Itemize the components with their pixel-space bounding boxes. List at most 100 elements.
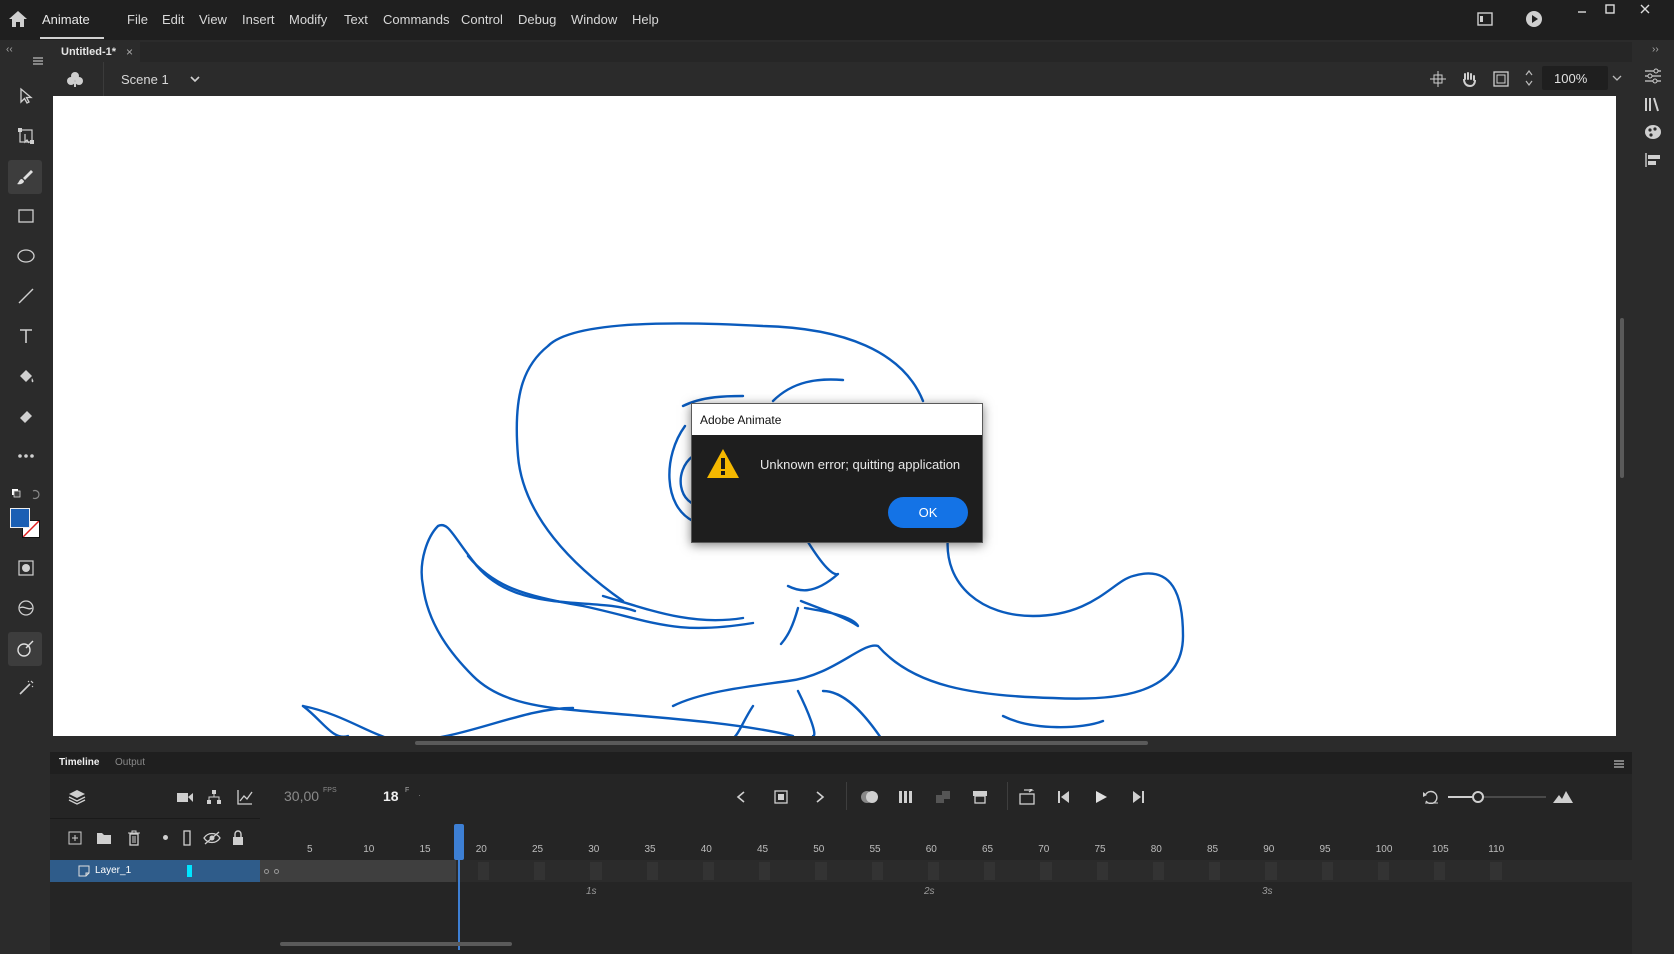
panel-menu-icon[interactable] [1613,759,1625,769]
horizontal-scrollbar[interactable] [415,741,1148,745]
zoom-field[interactable]: 100% [1542,66,1608,90]
parenting-icon[interactable] [206,789,222,805]
menu-text[interactable]: Text [344,12,368,27]
default-colors-icon[interactable] [11,488,41,500]
menu-commands[interactable]: Commands [383,12,449,27]
frame-ruler[interactable]: 1s 2s 3s 5 10 15 20 25 30 35 40 45 50 55 60 65 70 75 80… [260,818,1632,897]
frame-zoom-max-icon[interactable] [1552,790,1574,804]
loop-icon[interactable] [1018,789,1036,805]
empty-keyframe-marker [274,869,279,874]
more-tools-icon[interactable] [10,440,42,472]
edit-bar: Scene 1 100% [50,62,1632,96]
frame-cell-marker [815,862,827,880]
minimize-button[interactable] [1568,0,1596,18]
close-tab-icon[interactable]: × [126,45,133,59]
menu-modify[interactable]: Modify [289,12,327,27]
fps-value[interactable]: 30,00 [284,788,319,804]
frame-zoom-slider[interactable] [1448,791,1546,803]
menu-control[interactable]: Control [461,12,503,27]
zoom-dropdown-icon[interactable] [1612,74,1622,82]
highlight-layers-icon[interactable] [163,835,168,840]
selection-tool-icon[interactable] [10,80,42,112]
properties-panel-icon[interactable] [1644,68,1662,84]
lock-layers-icon[interactable] [231,830,245,846]
menu-insert[interactable]: Insert [242,12,275,27]
layers-icon[interactable] [68,788,86,806]
line-tool-icon[interactable] [10,280,42,312]
frame-zoom-handle[interactable] [1472,791,1484,803]
free-transform-tool-icon[interactable] [10,120,42,152]
next-keyframe-icon[interactable] [814,790,826,804]
clip-stage-icon[interactable] [1493,71,1509,87]
align-panel-icon[interactable] [1644,152,1662,168]
toolbar-menu-icon[interactable] [32,56,44,66]
tab-timeline[interactable]: Timeline [59,757,99,768]
insert-keyframe-icon[interactable] [774,790,790,804]
current-frame[interactable]: 18 [383,788,399,804]
close-window-button[interactable] [1630,0,1660,18]
snap-icon[interactable] [1430,71,1446,87]
oval-tool-icon[interactable] [10,240,42,272]
scene-dropdown-icon[interactable] [189,74,201,84]
maximize-button[interactable] [1596,0,1624,18]
onion-skin-icon[interactable] [860,790,880,804]
menu-debug[interactable]: Debug [518,12,556,27]
document-tab[interactable]: Untitled-1* × [50,42,140,62]
layer-row-layer1[interactable]: Layer_1 [50,860,260,882]
color-panel-icon[interactable] [1644,124,1662,140]
collapse-panels-icon[interactable]: ›› [1652,44,1659,55]
frame-cell-marker [1209,862,1221,880]
rotate-stage-icon[interactable] [1461,71,1477,87]
reset-icon[interactable] [1422,790,1440,804]
brush-tool-icon[interactable] [8,160,42,194]
library-panel-icon[interactable] [1644,96,1662,112]
menu-edit[interactable]: Edit [162,12,184,27]
menu-help[interactable]: Help [632,12,659,27]
delete-layer-icon[interactable] [127,830,141,846]
menu-file[interactable]: File [127,12,148,27]
play-icon[interactable] [1094,790,1108,804]
collapse-toolbar-icon[interactable]: ‹‹ [6,44,13,55]
text-tool-icon[interactable] [10,320,42,352]
zoom-stepper-icon[interactable] [1524,67,1534,89]
workspace-icon[interactable] [1477,12,1493,26]
edit-multiple-frames-icon[interactable] [898,790,914,804]
color-swatches[interactable] [10,508,42,540]
step-forward-icon[interactable] [1130,790,1146,804]
rectangle-tool-icon[interactable] [10,200,42,232]
eraser-tool-icon[interactable] [10,400,42,432]
hide-layers-icon[interactable] [203,831,221,845]
step-back-icon[interactable] [1056,790,1072,804]
frame-cell-marker [759,862,771,880]
stroke-color-swatch[interactable] [10,508,30,528]
ruler-number: 75 [1094,844,1106,855]
ok-button[interactable]: OK [888,497,968,528]
ruler-number: 25 [532,844,544,855]
timeline-scrollbar[interactable] [280,942,512,946]
tab-output[interactable]: Output [115,757,145,768]
menu-view[interactable]: View [199,12,227,27]
layer-frames[interactable] [260,860,1632,882]
layer-name[interactable]: Layer_1 [95,865,131,876]
new-folder-icon[interactable] [96,831,112,845]
playhead[interactable] [454,824,464,860]
insert-blank-keyframe-icon[interactable] [972,790,988,804]
brush-mode-icon[interactable] [10,592,42,624]
draw-behind-icon[interactable] [8,632,42,666]
ruler-number: 15 [419,844,431,855]
scene-name[interactable]: Scene 1 [121,72,169,87]
object-drawing-icon[interactable] [10,552,42,584]
previous-keyframe-icon[interactable] [735,790,747,804]
new-layer-icon[interactable] [68,831,82,845]
paint-bucket-tool-icon[interactable] [10,360,42,392]
vertical-scrollbar[interactable] [1620,318,1624,478]
test-movie-icon[interactable] [1525,10,1543,28]
brush-options-icon[interactable] [10,672,42,704]
layer-color-swatch[interactable] [187,865,192,877]
home-icon[interactable] [8,10,28,28]
graph-icon[interactable] [237,789,253,805]
outline-layers-icon[interactable] [183,830,191,846]
menu-window[interactable]: Window [571,12,617,27]
create-tween-icon [935,790,951,804]
camera-icon[interactable] [176,790,194,804]
